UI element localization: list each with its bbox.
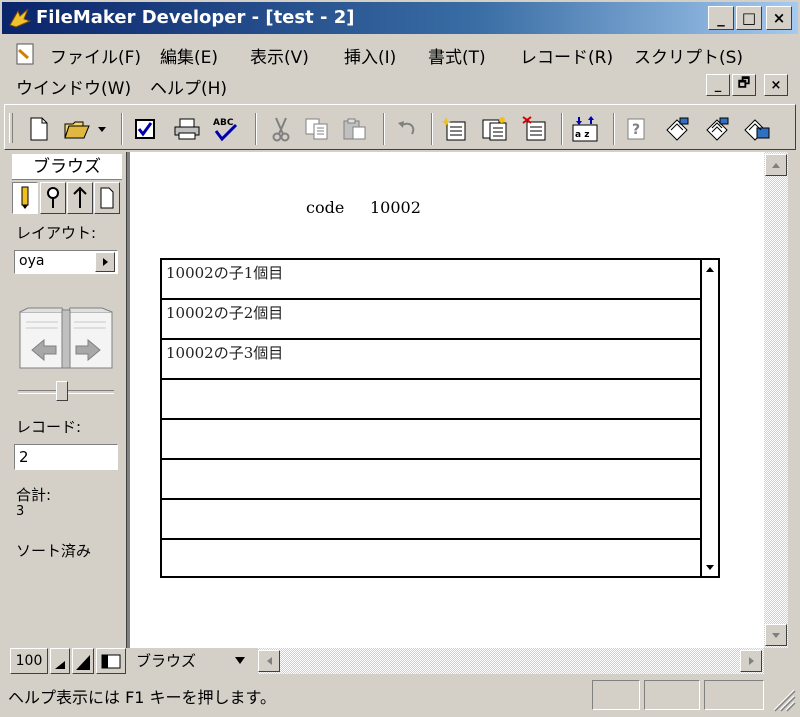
checkbox-icon[interactable] — [129, 113, 161, 145]
copy-icon[interactable] — [301, 113, 333, 145]
child-portal: 10002の子1個目 10002の子2個目 10002の子3個目 — [160, 258, 720, 578]
mdi-close-button[interactable]: × — [764, 74, 788, 96]
svg-text:a z: a z — [575, 130, 589, 140]
portal-row[interactable] — [162, 500, 700, 540]
portal-scrollbar[interactable] — [700, 260, 718, 576]
toolbar-separator — [561, 113, 563, 145]
find-mode-button[interactable] — [40, 182, 66, 214]
menu-help[interactable]: ヘルプ(H) — [150, 74, 227, 99]
preview-mode-button[interactable] — [94, 182, 120, 214]
document-menu-icon[interactable] — [14, 42, 38, 66]
browse-mode-button[interactable] — [12, 182, 38, 214]
duplicate-record-icon[interactable] — [479, 113, 511, 145]
new-file-icon[interactable] — [23, 113, 55, 145]
mdi-minimize-button[interactable]: _ — [706, 74, 730, 96]
svg-text:ABC: ABC — [213, 118, 234, 128]
menu-view[interactable]: 表示(V) — [250, 43, 309, 68]
zoom-in-icon[interactable] — [72, 648, 94, 674]
layout-value: oya — [19, 253, 45, 269]
close-button[interactable]: × — [766, 6, 792, 30]
sort-icon[interactable]: a z — [569, 113, 601, 145]
minimize-button[interactable]: _ — [708, 6, 734, 30]
dropdown-icon[interactable] — [93, 113, 111, 145]
paste-icon[interactable] — [339, 113, 371, 145]
maximize-button[interactable]: □ — [736, 6, 762, 30]
menu-scripts[interactable]: スクリプト(S) — [634, 43, 743, 68]
undo-icon[interactable] — [391, 113, 423, 145]
total-label: 合計: — [16, 486, 52, 504]
new-record-icon[interactable] — [439, 113, 471, 145]
portal-scroll-up-arrow[interactable] — [702, 260, 718, 278]
portal-row[interactable] — [162, 420, 700, 460]
toolbar-grip[interactable] — [9, 113, 13, 143]
mdi-restore-button[interactable]: 🗗 — [732, 74, 756, 96]
layout-dropdown-arrow[interactable] — [95, 252, 115, 272]
svg-text:?: ? — [632, 122, 640, 138]
script-run-icon[interactable] — [701, 113, 733, 145]
open-folder-icon[interactable] — [61, 113, 93, 145]
menu-file[interactable]: ファイル(F) — [50, 43, 141, 68]
mode-popup-label: ブラウズ — [136, 652, 197, 670]
scroll-up-icon[interactable] — [765, 154, 787, 176]
code-label: code — [306, 198, 345, 217]
record-slider-thumb[interactable] — [55, 381, 68, 401]
script-debug-icon[interactable] — [741, 113, 773, 145]
portal-row[interactable]: 10002の子3個目 — [162, 340, 700, 380]
record-book-icon[interactable] — [18, 306, 114, 372]
status-panel — [704, 680, 764, 710]
sorted-status: ソート済み — [16, 542, 92, 560]
bottom-bar: 100 ブラウズ — [10, 648, 788, 674]
mode-title: ブラウズ — [12, 154, 122, 180]
toolbar: ABC a z ? — [4, 104, 796, 150]
filemaker-app-icon[interactable] — [8, 7, 32, 29]
toolbar-separator — [383, 113, 385, 145]
portal-row[interactable] — [162, 460, 700, 500]
status-panel — [592, 680, 640, 710]
chevron-down-icon[interactable] — [234, 656, 246, 665]
scroll-left-icon[interactable] — [258, 650, 280, 672]
toggle-status-area-icon[interactable] — [96, 648, 126, 674]
zoom-level[interactable]: 100 — [10, 648, 48, 674]
menu-records[interactable]: レコード(R) — [520, 43, 613, 68]
scroll-right-icon[interactable] — [740, 650, 762, 672]
record-label: レコード: — [16, 418, 82, 436]
code-value[interactable]: 10002 — [370, 198, 421, 217]
spellcheck-icon[interactable]: ABC — [209, 113, 241, 145]
menu-edit[interactable]: 編集(E) — [160, 43, 218, 68]
portal-scroll-down-arrow[interactable] — [702, 558, 718, 576]
record-number-input[interactable]: 2 — [14, 444, 118, 470]
zoom-out-icon[interactable] — [50, 648, 70, 674]
portal-row[interactable] — [162, 540, 700, 576]
menu-window[interactable]: ウインドウ(W) — [16, 74, 131, 99]
status-panel — [644, 680, 700, 710]
delete-record-icon[interactable] — [519, 113, 551, 145]
scroll-down-icon[interactable] — [765, 624, 787, 646]
layout-label: レイアウト: — [16, 224, 97, 242]
toolbar-separator — [431, 113, 433, 145]
horizontal-scrollbar[interactable] — [258, 648, 764, 674]
portal-row[interactable] — [162, 380, 700, 420]
status-bar: ヘルプ表示には F1 キーを押します。 — [0, 676, 800, 717]
script-icon[interactable] — [661, 113, 693, 145]
help-hint: ヘルプ表示には F1 キーを押します。 — [8, 688, 276, 707]
menu-format[interactable]: 書式(T) — [428, 43, 486, 68]
total-value: 3 — [16, 504, 25, 519]
menu-insert[interactable]: 挿入(I) — [344, 43, 396, 68]
cut-icon[interactable] — [265, 113, 297, 145]
window-title: FileMaker Developer - [test - 2] — [36, 7, 355, 28]
toolbar-separator — [613, 113, 615, 145]
resize-grip-icon[interactable] — [770, 686, 796, 712]
portal-row[interactable]: 10002の子1個目 — [162, 260, 700, 300]
vertical-scrollbar[interactable] — [764, 152, 788, 648]
print-icon[interactable] — [171, 113, 203, 145]
portal-row[interactable]: 10002の子2個目 — [162, 300, 700, 340]
toolbar-separator — [255, 113, 257, 145]
layout-dropdown[interactable]: oya — [14, 250, 118, 274]
layout-mode-button[interactable] — [67, 182, 93, 214]
record-number-value: 2 — [19, 448, 29, 466]
mode-popup[interactable]: ブラウズ — [130, 648, 258, 674]
toolbar-separator — [121, 113, 123, 145]
title-bar[interactable]: FileMaker Developer - [test - 2] _ □ × — [2, 2, 798, 34]
help-icon[interactable]: ? — [621, 113, 653, 145]
